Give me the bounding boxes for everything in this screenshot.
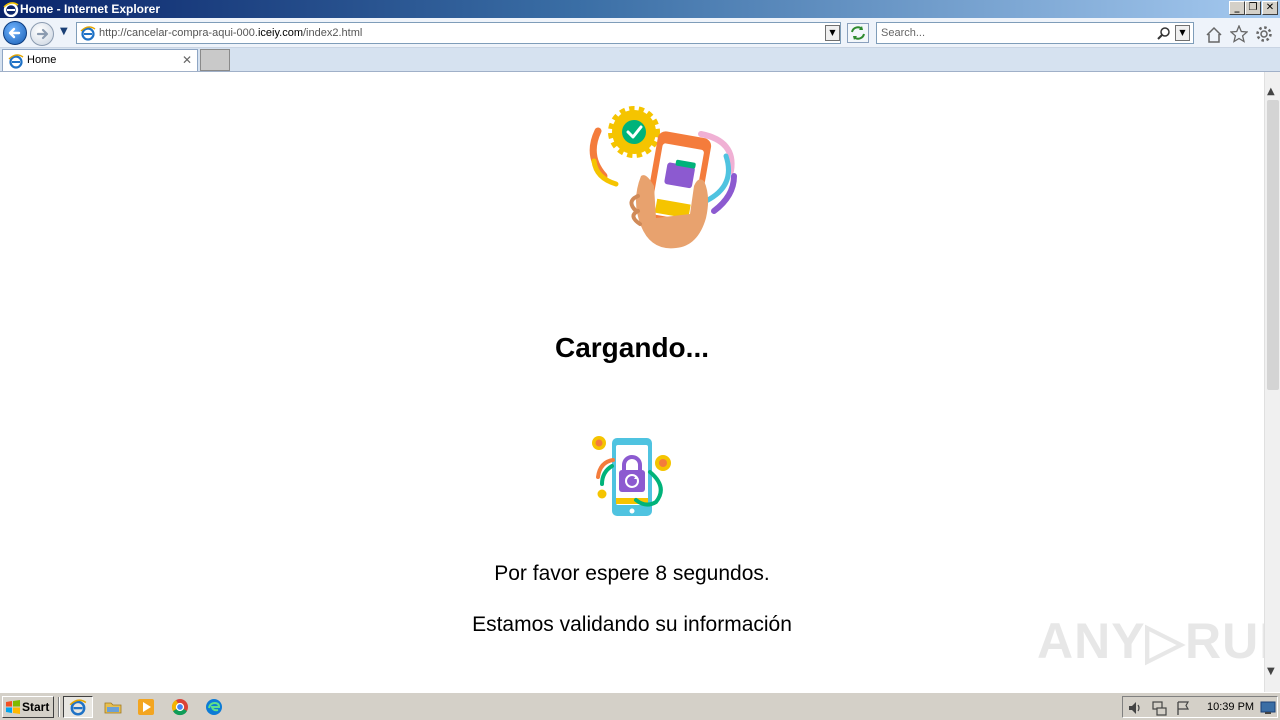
- search-input[interactable]: Search...: [881, 27, 925, 39]
- forward-button[interactable]: [30, 22, 54, 46]
- start-label: Start: [22, 700, 50, 714]
- start-button[interactable]: Start: [2, 696, 54, 718]
- back-button[interactable]: [3, 21, 27, 45]
- tab-home-label: Home: [27, 54, 57, 66]
- close-tab-icon[interactable]: ✕: [182, 53, 192, 67]
- home-icon[interactable]: [1205, 26, 1223, 44]
- close-window-button[interactable]: ✕: [1262, 1, 1278, 15]
- refresh-icon: [851, 26, 865, 40]
- new-tab-button[interactable]: [200, 49, 230, 71]
- scroll-up-arrow-icon[interactable]: ▲: [1267, 86, 1275, 97]
- chrome-icon: [171, 699, 188, 716]
- taskbar-separator: [58, 697, 60, 717]
- action-center-flag-icon[interactable]: [1175, 700, 1191, 716]
- compatibility-view-button[interactable]: [847, 23, 869, 43]
- show-desktop-icon[interactable]: [1260, 701, 1276, 715]
- ie-logo-icon: [3, 2, 19, 17]
- volume-icon[interactable]: [1127, 700, 1143, 716]
- restore-button[interactable]: ❐: [1245, 1, 1261, 15]
- system-tray: 10:39 PM: [1122, 696, 1278, 718]
- phone-payment-illustration: [589, 106, 737, 249]
- window-title-bar: Home - Internet Explorer _ ❐ ✕: [0, 0, 1280, 18]
- scroll-down-arrow-icon[interactable]: ▼: [1267, 666, 1275, 677]
- media-player-icon: [138, 699, 154, 715]
- star-icon[interactable]: [1230, 25, 1248, 43]
- anyrun-watermark: ANY▷RUN: [1037, 613, 1280, 669]
- taskbar-file-explorer[interactable]: [99, 696, 129, 718]
- clock[interactable]: 10:39 PM: [1207, 701, 1254, 713]
- taskbar-media-player[interactable]: [132, 696, 162, 718]
- taskbar: Start 10:39 PM: [0, 692, 1280, 720]
- tab-home[interactable]: Home ✕: [2, 49, 198, 71]
- search-dropdown-button[interactable]: ▼: [1175, 25, 1190, 41]
- scrollbar-thumb[interactable]: [1267, 100, 1279, 390]
- taskbar-edge[interactable]: [200, 696, 230, 718]
- address-url: http://cancelar-compra-aqui-000.iceiy.co…: [99, 27, 363, 39]
- wait-message: Por favor espere 8 segundos.: [494, 562, 770, 585]
- tab-ie-icon: [8, 54, 24, 69]
- address-dropdown-button[interactable]: ▼: [825, 25, 840, 41]
- back-arrow-icon: [8, 27, 21, 39]
- vertical-scrollbar[interactable]: ▲ ▼: [1264, 72, 1280, 692]
- windows-logo-icon: [6, 700, 20, 714]
- ie-taskbar-icon: [69, 699, 87, 716]
- security-lock-illustration: [592, 436, 671, 516]
- search-icon[interactable]: [1157, 26, 1171, 40]
- network-icon[interactable]: [1151, 700, 1167, 716]
- page-content: Cargando... Por favor espere 8 segundos.…: [0, 72, 1280, 692]
- taskbar-internet-explorer[interactable]: [63, 696, 93, 718]
- tab-bar: Home ✕: [0, 48, 1280, 72]
- page-ie-icon: [80, 26, 96, 41]
- taskbar-chrome[interactable]: [166, 696, 196, 718]
- navigation-bar: ▼ http://cancelar-compra-aqui-000.iceiy.…: [0, 18, 1280, 48]
- search-box[interactable]: Search... ▼: [876, 22, 1194, 44]
- forward-arrow-icon: [36, 28, 49, 40]
- address-bar[interactable]: http://cancelar-compra-aqui-000.iceiy.co…: [76, 22, 841, 44]
- edge-icon: [206, 699, 222, 715]
- minimize-button[interactable]: _: [1229, 1, 1245, 15]
- window-title: Home - Internet Explorer: [20, 2, 161, 16]
- recent-pages-dropdown-icon[interactable]: ▼: [60, 26, 68, 37]
- loading-heading: Cargando...: [554, 332, 709, 363]
- gear-icon[interactable]: [1255, 25, 1273, 43]
- folder-icon: [104, 702, 122, 714]
